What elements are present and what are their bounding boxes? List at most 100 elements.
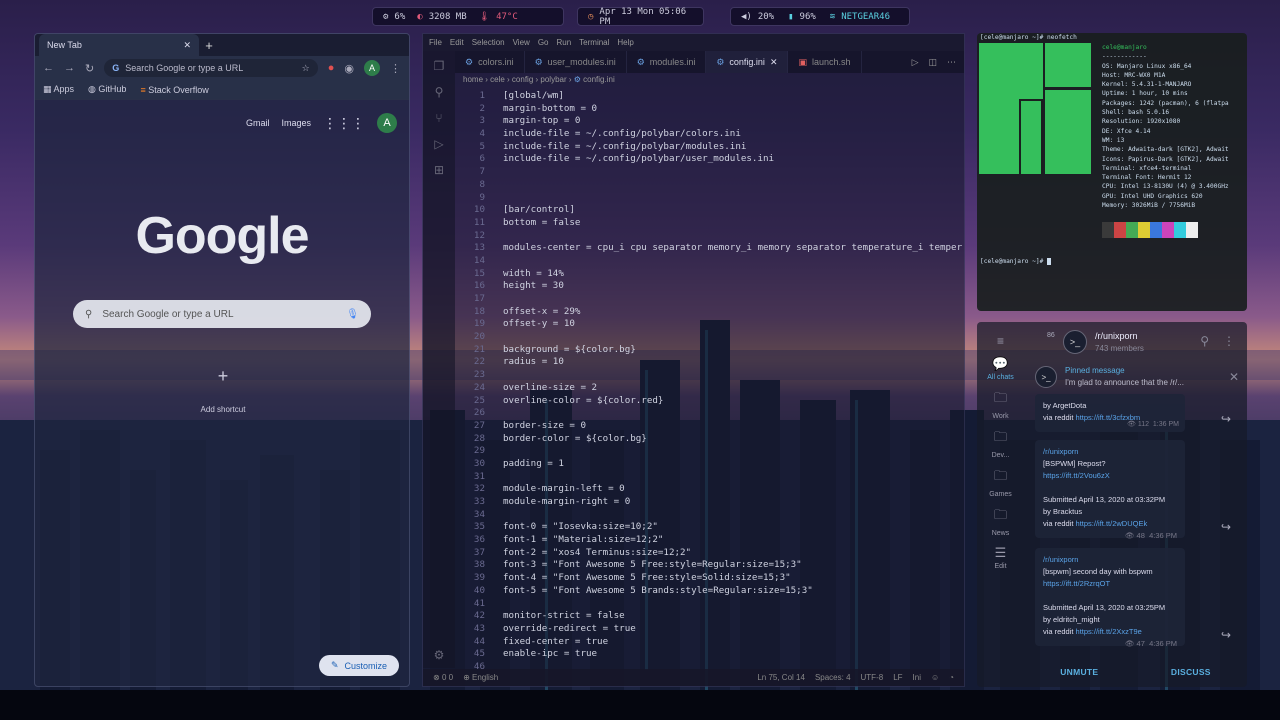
- extension-icon-2[interactable]: ◉: [344, 62, 354, 75]
- apps-grid-icon[interactable]: ⋮⋮⋮: [323, 115, 365, 132]
- palette-swatch: [1114, 222, 1126, 239]
- run-icon[interactable]: ▷: [912, 57, 919, 68]
- folder-all-chats[interactable]: 💬 All chats: [987, 356, 1013, 381]
- bookmark-github[interactable]: ◍ GitHub: [88, 84, 126, 95]
- ntp-search-box[interactable]: ⚲ Search Google or type a URL 🎙: [73, 300, 371, 328]
- tab-user-modules-ini[interactable]: ⚙ user_modules.ini: [525, 51, 627, 73]
- add-shortcut-icon[interactable]: +: [203, 366, 243, 387]
- message-link[interactable]: https://ift.tt/2XxzT9e: [1076, 627, 1142, 636]
- images-link[interactable]: Images: [281, 118, 311, 128]
- line-text: radius = 10: [503, 356, 564, 368]
- profile-avatar-large[interactable]: A: [377, 113, 397, 133]
- share-icon[interactable]: ↪: [1221, 520, 1231, 534]
- folder-work[interactable]: 🗀 Work: [992, 389, 1008, 420]
- search-icon[interactable]: ⚲: [1200, 334, 1209, 348]
- reload-icon[interactable]: ↻: [85, 62, 94, 75]
- folder-news[interactable]: 🗀 News: [992, 506, 1010, 537]
- menu-run[interactable]: Run: [556, 38, 571, 47]
- menu-view[interactable]: View: [513, 38, 530, 47]
- encoding[interactable]: UTF-8: [861, 673, 884, 682]
- tab-label: user_modules.ini: [547, 57, 616, 67]
- menu-file[interactable]: File: [429, 38, 442, 47]
- message-link[interactable]: https://ift.tt/2wDUQEk: [1076, 519, 1148, 528]
- tab-new-tab[interactable]: New Tab ✕: [39, 34, 199, 56]
- line-number: 31: [473, 470, 485, 482]
- line-number: 13: [473, 242, 485, 254]
- folder-games[interactable]: 🗀 Games: [989, 467, 1012, 498]
- wifi-name: NETGEAR46: [841, 11, 890, 22]
- discuss-button[interactable]: DISCUSS: [1171, 667, 1211, 677]
- breadcrumb-item[interactable]: home: [463, 75, 483, 84]
- run-debug-icon[interactable]: ▷: [434, 137, 443, 151]
- channel-avatar[interactable]: >_: [1063, 330, 1087, 354]
- menu-selection[interactable]: Selection: [472, 38, 505, 47]
- tab-config-ini[interactable]: ⚙ config.ini ✕: [706, 51, 789, 73]
- settings-gear-icon[interactable]: ⚙: [434, 648, 445, 662]
- code-line: 35 font-0 = "Iosevka:size=10;2": [455, 521, 964, 534]
- neofetch-info: cele@manjaro ------------ OS: Manjaro Li…: [1102, 43, 1229, 239]
- new-tab-button[interactable]: +: [199, 36, 219, 56]
- explorer-icon[interactable]: ❐: [434, 59, 445, 73]
- tab-colors-ini[interactable]: ⚙ colors.ini: [455, 51, 525, 73]
- breadcrumb-item[interactable]: polybar: [540, 75, 566, 84]
- folder-edit[interactable]: ☰ Edit: [994, 545, 1006, 570]
- menu-edit[interactable]: Edit: [450, 38, 464, 47]
- forward-icon[interactable]: →: [64, 62, 75, 74]
- close-icon[interactable]: ✕: [1229, 370, 1239, 384]
- language-indicator[interactable]: ⊕ English: [463, 673, 498, 682]
- gear-icon: ⚙: [573, 75, 581, 84]
- menu-help[interactable]: Help: [617, 38, 633, 47]
- volume-icon[interactable]: ◀): [741, 12, 752, 22]
- line-number: 8: [479, 178, 485, 190]
- menu-go[interactable]: Go: [538, 38, 549, 47]
- search-icon[interactable]: ⚲: [435, 85, 444, 99]
- wifi-icon: ≋: [829, 11, 836, 22]
- close-icon[interactable]: ✕: [183, 40, 191, 51]
- customize-button[interactable]: ✎ Customize: [318, 655, 399, 676]
- folder-dev[interactable]: 🗀 Dev...: [992, 428, 1010, 459]
- bookmark-stackoverflow[interactable]: ≡ Stack Overflow: [140, 85, 208, 95]
- language-mode[interactable]: Ini: [913, 673, 921, 682]
- cursor-position[interactable]: Ln 75, Col 14: [757, 673, 805, 682]
- back-icon[interactable]: ←: [43, 62, 54, 74]
- clock-icon: ◷: [588, 11, 594, 22]
- extensions-icon[interactable]: ⊞: [434, 163, 444, 177]
- more-icon[interactable]: ⋯: [947, 57, 956, 68]
- feedback-icon[interactable]: ☺: [931, 673, 939, 682]
- tab-modules-ini[interactable]: ⚙ modules.ini: [627, 51, 707, 73]
- breadcrumb-item[interactable]: config: [512, 75, 533, 84]
- battery-level: 96%: [799, 11, 816, 22]
- more-icon[interactable]: ⋮: [1223, 334, 1235, 348]
- code-area[interactable]: 1 [global/wm] 2 margin-bottom = 0 3 margin-to…: [455, 90, 964, 672]
- microphone-icon[interactable]: 🎙: [346, 309, 359, 320]
- problems-indicator[interactable]: ⊗ 0 0: [433, 673, 453, 682]
- neofetch-line: Terminal Font: Hermit 12: [1102, 174, 1192, 182]
- bookmark-apps[interactable]: ▦ Apps: [43, 84, 74, 95]
- terminal-window[interactable]: [cele@manjaro ~]# neofetch cele@manjaro …: [977, 33, 1247, 311]
- line-ending[interactable]: LF: [893, 673, 902, 682]
- breadcrumb-item[interactable]: config.ini: [583, 75, 615, 84]
- tab-launch-sh[interactable]: ▣ launch.sh: [788, 51, 862, 73]
- close-icon[interactable]: ✕: [770, 57, 778, 68]
- split-editor-icon[interactable]: ◫: [928, 57, 937, 68]
- hamburger-menu-icon[interactable]: ≡: [997, 334, 1004, 348]
- pinned-message-bar[interactable]: >_ Pinned message I'm glad to announce t…: [1035, 360, 1239, 394]
- indentation[interactable]: Spaces: 4: [815, 673, 851, 682]
- bell-icon[interactable]: ◔: [949, 673, 954, 682]
- menu-terminal[interactable]: Terminal: [579, 38, 609, 47]
- share-icon[interactable]: ↪: [1221, 628, 1231, 642]
- share-icon[interactable]: ↪: [1221, 412, 1231, 426]
- menu-kebab-icon[interactable]: ⋮: [390, 62, 401, 75]
- gmail-link[interactable]: Gmail: [246, 118, 270, 128]
- channel-name[interactable]: /r/unixporn: [1095, 331, 1138, 341]
- unmute-button[interactable]: UNMUTE: [1060, 667, 1098, 677]
- breadcrumb-item[interactable]: cele: [490, 75, 505, 84]
- star-icon[interactable]: ☆: [302, 63, 310, 74]
- profile-avatar[interactable]: A: [364, 60, 380, 76]
- omnibox[interactable]: G Search Google or type a URL ☆: [104, 59, 318, 77]
- line-text: font-5 = "Font Awesome 5 Brands:style=Re…: [503, 584, 813, 596]
- source-control-icon[interactable]: ⑂: [435, 111, 442, 125]
- message-link[interactable]: https://ift.tt/2RzrqOT: [1043, 578, 1177, 590]
- message-link[interactable]: https://ift.tt/2Vou6zX: [1043, 470, 1177, 482]
- extension-icon[interactable]: ●: [328, 62, 335, 74]
